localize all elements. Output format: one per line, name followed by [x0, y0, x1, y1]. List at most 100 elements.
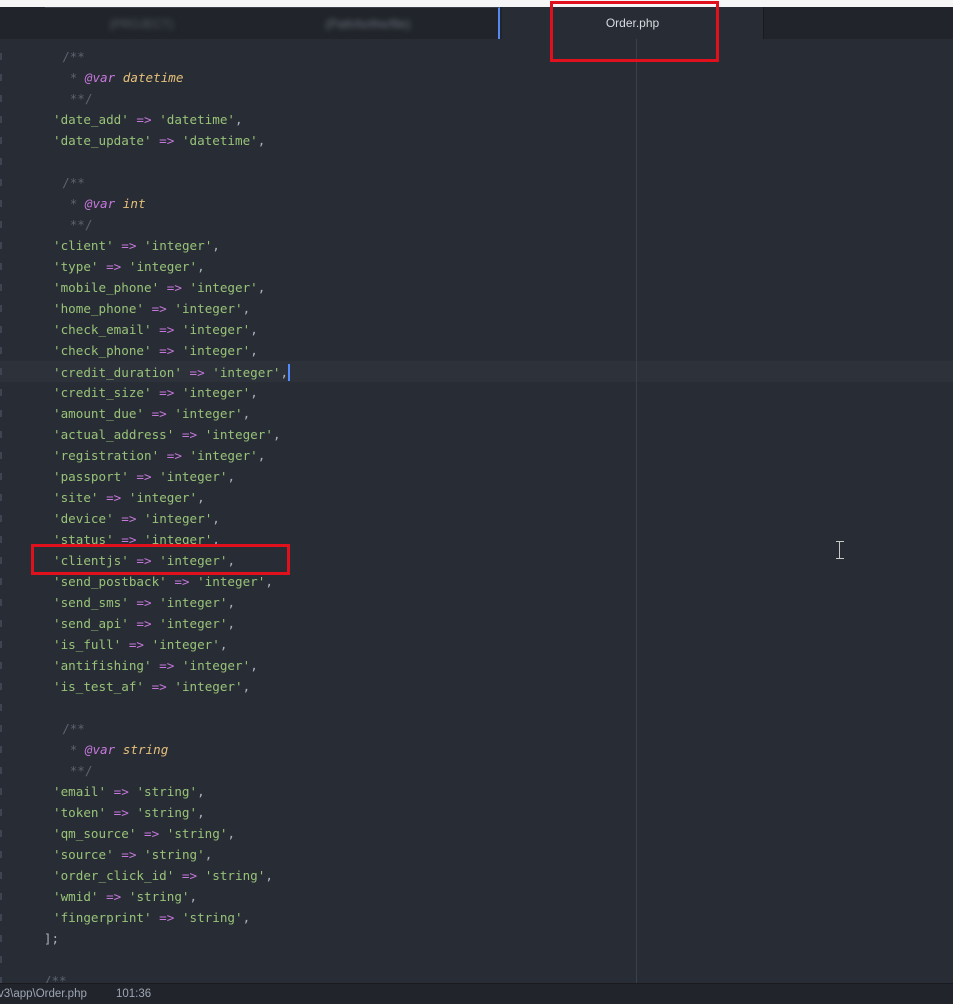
- code-editor[interactable]: /** * @var datetime **/ 'date_add' => 'da…: [0, 39, 953, 983]
- code-token: =>: [136, 595, 152, 610]
- code-line[interactable]: **/: [0, 88, 953, 109]
- code-token: **/: [62, 91, 93, 106]
- code-line[interactable]: ];: [0, 928, 953, 949]
- code-text: 'order_click_id' => 'string',: [53, 868, 273, 883]
- code-line[interactable]: 'is_test_af' => 'integer',: [0, 676, 953, 697]
- code-line[interactable]: /**: [0, 172, 953, 193]
- code-line[interactable]: * @var int: [0, 193, 953, 214]
- code-token: ,: [212, 238, 220, 253]
- code-token: ,: [250, 322, 258, 337]
- code-token: /**: [62, 721, 85, 736]
- annotation-highlight-clientjs-line: [31, 544, 290, 575]
- code-line[interactable]: * @var string: [0, 739, 953, 760]
- code-token: 'amount_due': [53, 406, 144, 421]
- code-line[interactable]: /**: [0, 46, 953, 67]
- text-ibeam-cursor-icon: [836, 541, 844, 559]
- code-token: 'string': [181, 910, 243, 925]
- code-text: 'is_full' => 'integer',: [53, 637, 227, 652]
- code-line[interactable]: 'is_full' => 'integer',: [0, 634, 953, 655]
- code-line[interactable]: 'credit_size' => 'integer',: [0, 382, 953, 403]
- code-text: 'check_email' => 'integer',: [53, 322, 258, 337]
- code-line[interactable]: 'passport' => 'integer',: [0, 466, 953, 487]
- code-token: =>: [113, 784, 129, 799]
- code-line[interactable]: 'qm_source' => 'string',: [0, 823, 953, 844]
- code-token: 'string': [128, 889, 190, 904]
- tab-file-path[interactable]: (Path/to/the/file): [238, 7, 500, 39]
- code-line[interactable]: 'check_email' => 'integer',: [0, 319, 953, 340]
- code-token: ,: [257, 280, 266, 295]
- code-token: 'date_add': [53, 112, 129, 127]
- code-line[interactable]: 'wmid' => 'string',: [0, 886, 953, 907]
- code-token: 'send_sms': [53, 595, 129, 610]
- code-token: ,: [227, 616, 236, 631]
- code-token: =>: [106, 490, 122, 505]
- code-token: ,: [257, 448, 266, 463]
- code-line[interactable]: 'actual_address' => 'integer',: [0, 424, 953, 445]
- wrap-guide: [636, 39, 637, 983]
- tab-project[interactable]: (PROJECT): [45, 7, 238, 39]
- code-line[interactable]: 'home_phone' => 'integer',: [0, 298, 953, 319]
- code-line[interactable]: 'check_phone' => 'integer',: [0, 340, 953, 361]
- code-token: 'token': [53, 805, 107, 820]
- code-token: ,: [189, 889, 198, 904]
- status-bar: v3\app\Order.php 101:36: [0, 983, 953, 1004]
- code-line[interactable]: * @var datetime: [0, 67, 953, 88]
- gutter-marker: [0, 389, 2, 396]
- code-line[interactable]: 'token' => 'string',: [0, 802, 953, 823]
- code-line[interactable]: 'email' => 'string',: [0, 781, 953, 802]
- code-line[interactable]: 'date_add' => 'datetime',: [0, 109, 953, 130]
- status-file-path[interactable]: v3\app\Order.php: [0, 988, 87, 1000]
- code-token: ,: [227, 595, 236, 610]
- code-token: 'date_update': [53, 133, 152, 148]
- code-token: =>: [159, 133, 175, 148]
- code-token: =>: [181, 427, 198, 442]
- status-cursor-position[interactable]: 101:36: [116, 988, 151, 1000]
- gutter-marker: [0, 851, 2, 858]
- code-line[interactable]: 'fingerprint' => 'string',: [0, 907, 953, 928]
- code-line[interactable]: **/: [0, 214, 953, 235]
- gutter-marker: [0, 200, 2, 207]
- code-line[interactable]: 'type' => 'integer',: [0, 256, 953, 277]
- gutter-marker: [0, 326, 2, 333]
- code-token: /**: [43, 973, 67, 983]
- code-line[interactable]: 'mobile_phone' => 'integer',: [0, 277, 953, 298]
- gutter-marker: [0, 914, 2, 921]
- gutter-marker: [0, 137, 2, 144]
- code-text: 'date_add' => 'datetime',: [53, 112, 243, 127]
- code-line[interactable]: 'antifishing' => 'integer',: [0, 655, 953, 676]
- code-line[interactable]: /**: [0, 970, 953, 983]
- code-token: =>: [121, 511, 137, 526]
- code-line[interactable]: 'source' => 'string',: [0, 844, 953, 865]
- code-token: 'string': [136, 784, 198, 799]
- code-line[interactable]: 'amount_due' => 'integer',: [0, 403, 953, 424]
- code-line[interactable]: [0, 697, 953, 718]
- code-line[interactable]: [0, 151, 953, 172]
- code-line[interactable]: 'date_update' => 'datetime',: [0, 130, 953, 151]
- code-line[interactable]: 'send_api' => 'integer',: [0, 613, 953, 634]
- code-text: 'date_update' => 'datetime',: [53, 133, 265, 148]
- code-token: @var: [84, 70, 116, 85]
- code-line[interactable]: [0, 949, 953, 970]
- code-line[interactable]: /**: [0, 718, 953, 739]
- code-text: /**: [62, 49, 85, 64]
- code-line[interactable]: 'order_click_id' => 'string',: [0, 865, 953, 886]
- code-line[interactable]: 'send_sms' => 'integer',: [0, 592, 953, 613]
- code-line[interactable]: 'client' => 'integer',: [0, 235, 953, 256]
- code-line[interactable]: 'site' => 'integer',: [0, 487, 953, 508]
- code-token: ,: [197, 805, 205, 820]
- code-line[interactable]: 'device' => 'integer',: [0, 508, 953, 529]
- code-token: 'qm_source': [53, 826, 137, 841]
- code-token: ,: [242, 910, 251, 925]
- code-token: ,: [250, 343, 258, 358]
- code-token: 'check_email': [53, 322, 152, 337]
- code-line-current[interactable]: 'credit_duration' => 'integer',: [0, 361, 953, 382]
- gutter-marker: [0, 368, 2, 375]
- code-line[interactable]: **/: [0, 760, 953, 781]
- code-line[interactable]: 'registration' => 'integer',: [0, 445, 953, 466]
